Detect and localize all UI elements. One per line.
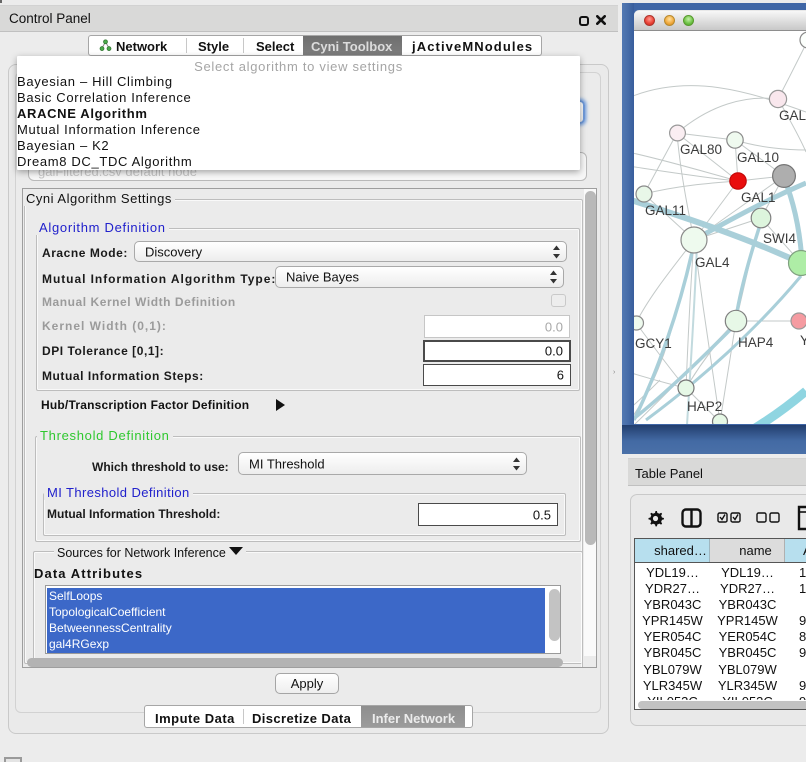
- svg-text:GCY1: GCY1: [635, 336, 672, 351]
- svg-text:HAP4: HAP4: [738, 335, 774, 350]
- svg-text:HAP2: HAP2: [687, 399, 722, 414]
- svg-text:GAL10: GAL10: [737, 150, 779, 165]
- svg-text:GAL2: GAL2: [779, 108, 806, 123]
- svg-text:GAL11: GAL11: [645, 203, 686, 218]
- svg-text:GAL1: GAL1: [741, 190, 776, 205]
- svg-text:GAL80: GAL80: [680, 142, 722, 157]
- svg-text:GAL4: GAL4: [695, 255, 730, 270]
- svg-text:SWI4: SWI4: [763, 231, 796, 246]
- svg-text:YM: YM: [800, 333, 806, 348]
